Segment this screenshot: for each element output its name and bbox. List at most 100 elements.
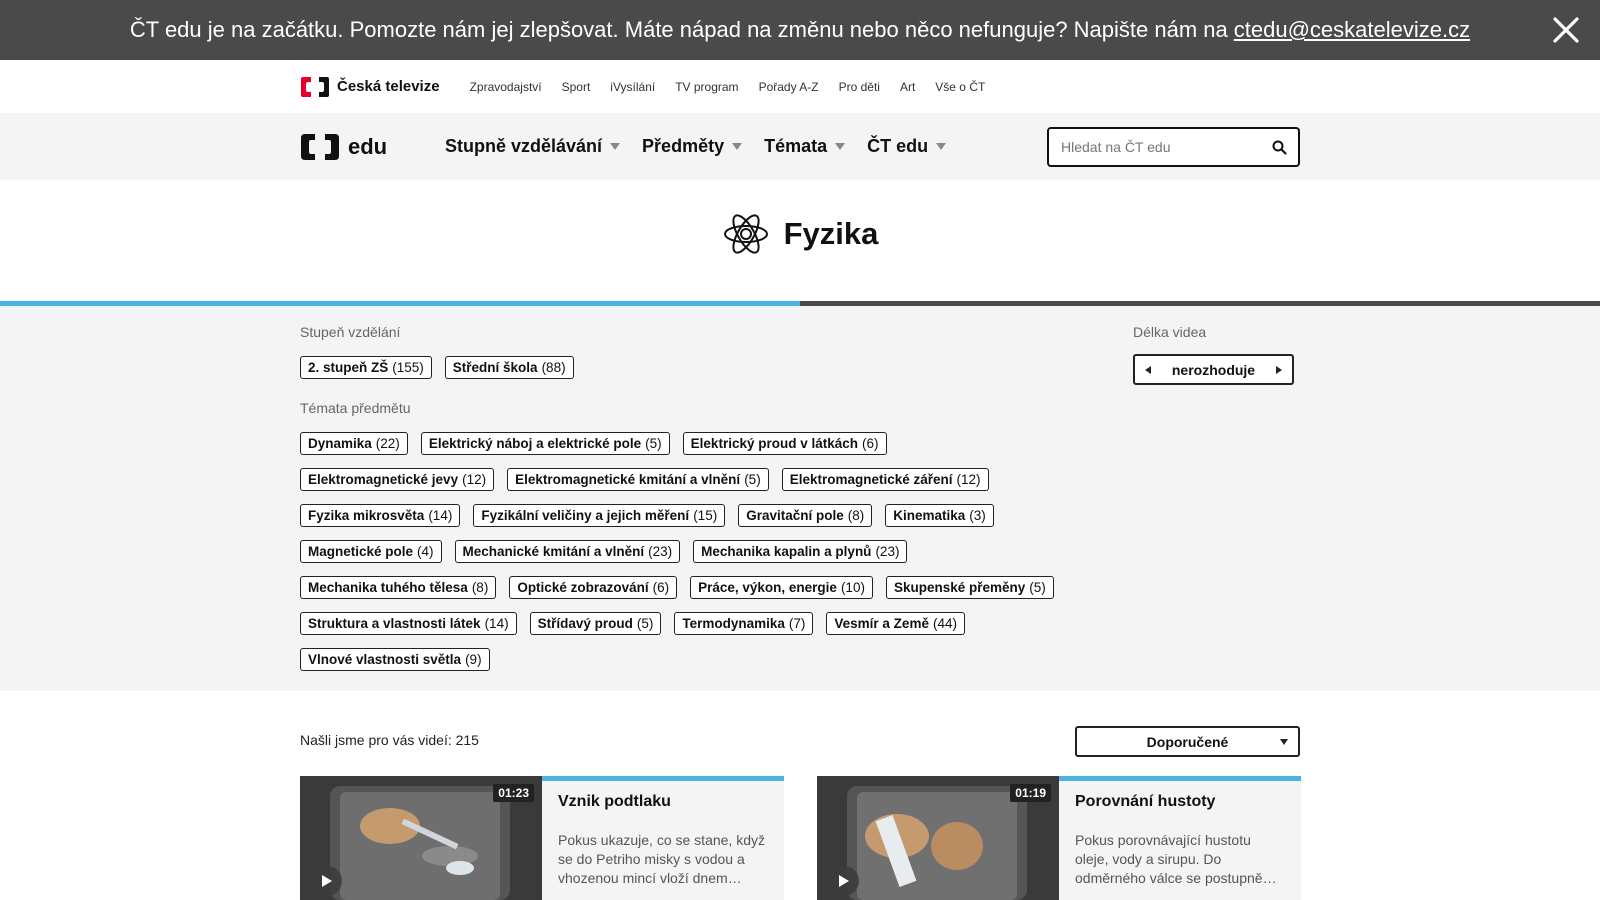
topic-tag[interactable]: Vesmír a Země (44) (826, 612, 965, 635)
tag-label: Mechanika tuhého tělesa (308, 580, 468, 595)
topic-tag[interactable]: Elektromagnetické jevy (12) (300, 468, 495, 491)
video-card[interactable]: 01:19 Porovnání hustoty Pokus porovnávaj… (817, 776, 1301, 900)
edu-main-menu: Stupně vzdělávání Předměty Témata ČT edu (445, 113, 947, 180)
tag-label: 2. stupeň ZŠ (308, 360, 389, 375)
tag-count: (10) (840, 580, 865, 595)
topic-tag[interactable]: Magnetické pole (4) (300, 540, 442, 563)
tag-count: (22) (375, 436, 400, 451)
topic-tag[interactable]: Práce, výkon, energie (10) (690, 576, 873, 599)
tag-label: Práce, výkon, energie (698, 580, 837, 595)
edu-logo-icon (301, 134, 339, 160)
sort-dropdown[interactable]: Doporučené (1075, 726, 1300, 757)
ct-nav-art[interactable]: Art (900, 80, 915, 94)
tag-label: Termodynamika (682, 616, 785, 631)
search-icon (1272, 140, 1287, 155)
topic-tag[interactable]: Mechanika tuhého tělesa (8) (300, 576, 497, 599)
tag-count: (5) (744, 472, 761, 487)
tag-label: Gravitační pole (746, 508, 844, 523)
tag-label: Struktura a vlastnosti látek (308, 616, 481, 631)
chevron-down-icon (610, 143, 621, 150)
menu-label: Předměty (642, 136, 725, 156)
play-button[interactable] (312, 866, 342, 896)
tag-count: (5) (645, 436, 662, 451)
tag-label: Mechanické kmitání a vlnění (462, 544, 645, 559)
play-button[interactable] (829, 866, 859, 896)
video-duration-badge: 01:19 (1010, 784, 1051, 802)
topic-tag[interactable]: Skupenské přeměny (5) (885, 576, 1054, 599)
tag-count: (12) (956, 472, 981, 487)
tag-count: (14) (484, 616, 509, 631)
level-tag[interactable]: Střední škola (88) (444, 356, 574, 379)
topic-tag[interactable]: Termodynamika (7) (674, 612, 814, 635)
edu-logo-text: edu (348, 134, 388, 159)
menu-stupne-vzdelavani[interactable]: Stupně vzdělávání (445, 136, 621, 157)
ct-nav-sport[interactable]: Sport (562, 80, 591, 94)
topic-tag[interactable]: Elektrický proud v látkách (6) (682, 432, 887, 455)
menu-predmety[interactable]: Předměty (642, 136, 743, 157)
tag-label: Mechanika kapalin a plynů (701, 544, 872, 559)
tag-count: (155) (392, 360, 424, 375)
ct-nav-pro-deti[interactable]: Pro děti (839, 80, 880, 94)
menu-label: Stupně vzdělávání (445, 136, 603, 156)
video-card[interactable]: 01:23 Vznik podtlaku Pokus ukazuje, co s… (300, 776, 784, 900)
tag-label: Elektrický proud v látkách (690, 436, 858, 451)
tag-count: (23) (648, 544, 673, 559)
tag-count: (8) (847, 508, 865, 523)
search-button[interactable] (1260, 129, 1298, 165)
topic-tag[interactable]: Kinematika (3) (885, 504, 994, 527)
ct-logo-link[interactable]: Česká televize (300, 76, 440, 98)
tag-count: (44) (932, 616, 957, 631)
page-title-block: Fyzika (0, 210, 1600, 258)
duration-value: nerozhoduje (1171, 361, 1256, 378)
topic-tag[interactable]: Optické zobrazování (6) (509, 576, 678, 599)
topic-filter-tags: Dynamika (22) Elektrický náboj a elektrick… (300, 432, 1060, 671)
search-box (1047, 127, 1300, 167)
ct-nav-ivysilani[interactable]: iVysílání (610, 80, 655, 94)
play-icon (839, 875, 849, 887)
topic-tag[interactable]: Fyzika mikrosvěta (14) (300, 504, 461, 527)
ct-nav-vse-o-ct[interactable]: Vše o ČT (935, 80, 985, 94)
topic-tag[interactable]: Struktura a vlastnosti látek (14) (300, 612, 517, 635)
topic-tag[interactable]: Mechanické kmitání a vlnění (23) (454, 540, 681, 563)
tag-count: (8) (471, 580, 489, 595)
tag-label: Skupenské přeměny (893, 580, 1026, 595)
topic-tag[interactable]: Mechanika kapalin a plynů (23) (693, 540, 908, 563)
tag-label: Vlnové vlastnosti světla (308, 652, 462, 667)
tag-count: (6) (862, 436, 879, 451)
arrow-right-icon[interactable] (1275, 365, 1282, 374)
tag-count: (3) (969, 508, 986, 523)
menu-ct-edu[interactable]: ČT edu (867, 136, 947, 157)
topic-tag[interactable]: Elektromagnetické záření (12) (781, 468, 989, 491)
search-input[interactable] (1049, 129, 1260, 165)
topic-tag[interactable]: Gravitační pole (8) (738, 504, 873, 527)
topic-tag[interactable]: Elektrický náboj a elektrické pole (5) (420, 432, 670, 455)
topic-tag[interactable]: Vlnové vlastnosti světla (9) (300, 648, 490, 671)
video-duration-badge: 01:23 (493, 784, 534, 802)
topic-tag[interactable]: Střídavý proud (5) (529, 612, 662, 635)
arrow-left-icon[interactable] (1145, 365, 1151, 374)
tag-count: (4) (417, 544, 434, 559)
video-thumbnail: 01:19 (817, 776, 1059, 900)
tag-count: (14) (428, 508, 453, 523)
menu-temata[interactable]: Témata (764, 136, 846, 157)
ct-brand-name: Česká televize (337, 78, 440, 95)
topic-tag[interactable]: Dynamika (22) (300, 432, 408, 455)
tag-label: Střední škola (452, 360, 538, 375)
topic-tag[interactable]: Elektromagnetické kmitání a vlnění (5) (507, 468, 769, 491)
level-filter-label: Stupeň vzdělání (300, 324, 401, 340)
topics-filter-label: Témata předmětu (300, 400, 411, 416)
edu-logo-link[interactable]: edu (300, 133, 387, 161)
topic-tag[interactable]: Fyzikální veličiny a jejich měření (15) (473, 504, 726, 527)
video-card-body: Porovnání hustoty Pokus porovnávající hu… (1059, 776, 1301, 900)
level-tag[interactable]: 2. stupeň ZŠ (155) (300, 356, 432, 379)
tag-count: (9) (465, 652, 482, 667)
play-icon (322, 875, 332, 887)
ct-nav-tv-program[interactable]: TV program (675, 80, 738, 94)
ct-nav-zpravodajstvi[interactable]: Zpravodajství (470, 80, 542, 94)
notice-email-link[interactable]: ctedu@ceskatelevize.cz (1234, 17, 1470, 43)
edu-header: edu Stupně vzdělávání Předměty Témata ČT… (0, 113, 1600, 180)
ct-nav-porady-a-z[interactable]: Pořady A-Z (759, 80, 819, 94)
close-notice-button[interactable] (1546, 10, 1586, 50)
tag-label: Fyzikální veličiny a jejich měření (481, 508, 690, 523)
ct-global-header: Česká televize Zpravodajství Sport iVysí… (0, 60, 1600, 113)
